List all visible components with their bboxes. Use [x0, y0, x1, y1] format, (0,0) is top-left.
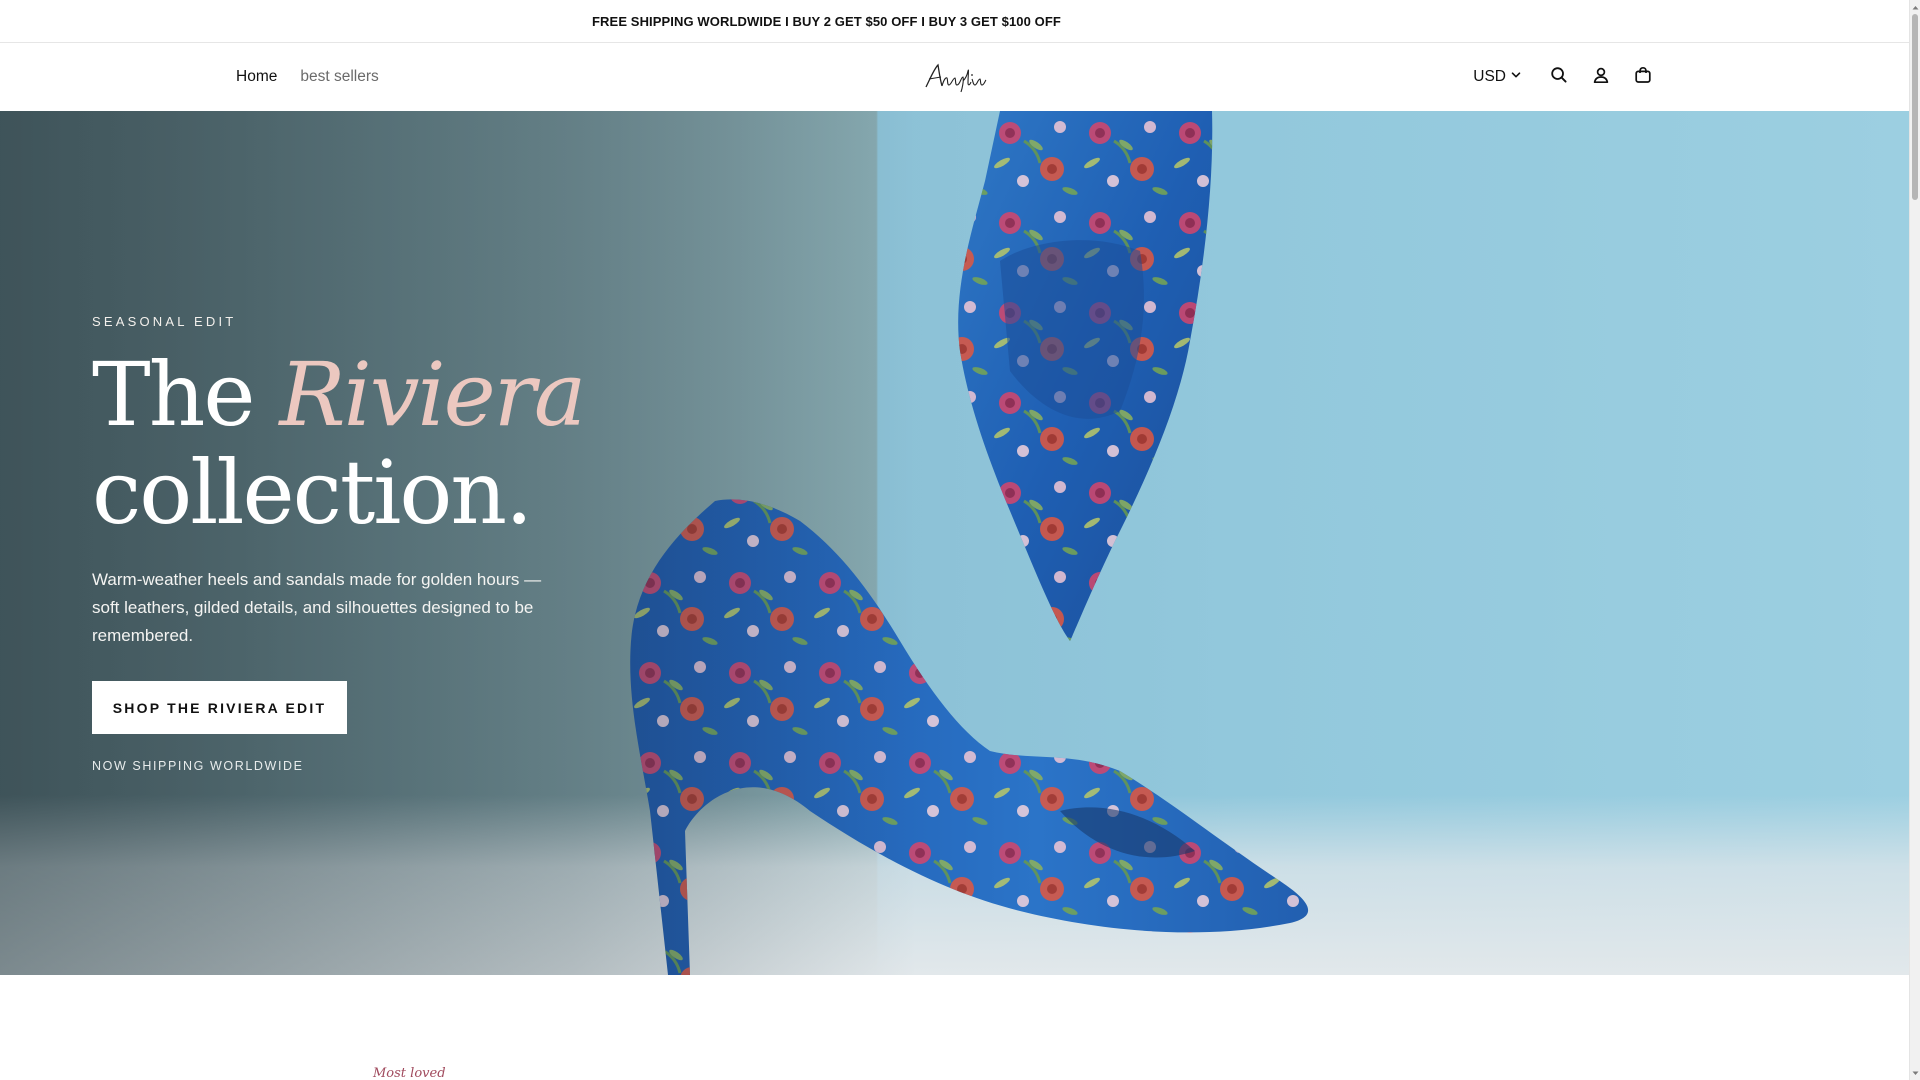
currency-selector[interactable]: USD: [1473, 68, 1522, 86]
hero-eyebrow: SEASONAL EDIT: [92, 314, 237, 329]
hero-headline: The Riviera collection.: [92, 346, 652, 542]
announcement-bar: FREE SHIPPING WORLDWIDE I BUY 2 GET $50 …: [0, 0, 1909, 43]
header-actions: USD: [1473, 43, 1664, 111]
nav-item-home[interactable]: Home: [236, 68, 277, 86]
headline-tail: collection.: [92, 441, 533, 544]
hero-description: Warm-weather heels and sandals made for …: [92, 570, 542, 645]
scroll-down-arrow-icon[interactable]: [1910, 1066, 1920, 1080]
headline-lead: The: [92, 343, 280, 446]
shop-collection-button[interactable]: SHOP THE RIVIERA EDIT: [92, 681, 347, 734]
hero-banner: SEASONAL EDIT The Riviera collection. Wa…: [0, 111, 1909, 975]
page: FREE SHIPPING WORLDWIDE I BUY 2 GET $50 …: [0, 0, 1909, 1080]
account-button[interactable]: [1580, 56, 1622, 98]
search-button[interactable]: [1538, 56, 1580, 98]
currency-value: USD: [1473, 68, 1506, 85]
brand-logo[interactable]: [920, 59, 990, 95]
announcement-text: FREE SHIPPING WORLDWIDE I BUY 2 GET $50 …: [592, 13, 1061, 29]
headline-accent: Riviera: [279, 343, 586, 446]
site-header: Home best sellers USD: [0, 43, 1909, 111]
scroll-up-arrow-icon[interactable]: [1910, 0, 1920, 14]
cart-button[interactable]: [1622, 56, 1664, 98]
shipping-note: NOW SHIPPING WORLDWIDE: [92, 759, 304, 773]
user-icon: [1592, 66, 1610, 89]
section-eyebrow: Most loved: [373, 1066, 446, 1080]
search-icon: [1550, 66, 1568, 89]
chevron-down-icon: [1510, 68, 1522, 86]
main-nav: Home best sellers: [236, 43, 379, 111]
page-scrollbar[interactable]: [1909, 0, 1920, 1080]
nav-item-best-sellers[interactable]: best sellers: [300, 68, 378, 86]
logo-script-mark: [925, 63, 987, 93]
shopping-bag-icon: [1634, 66, 1652, 89]
scrollbar-thumb[interactable]: [1912, 14, 1918, 200]
